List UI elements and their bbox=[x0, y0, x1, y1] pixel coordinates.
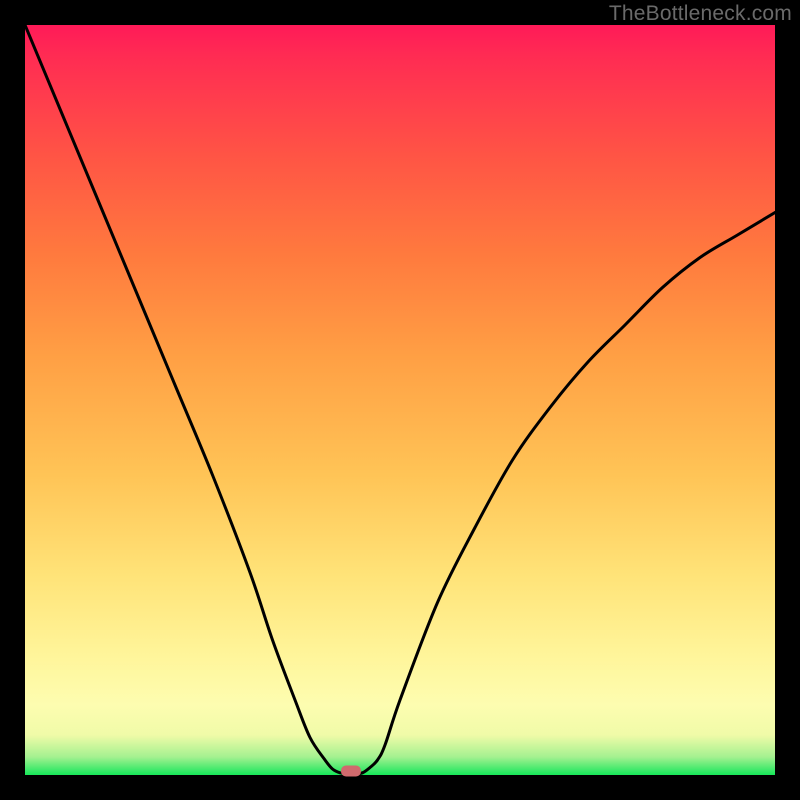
plot-area bbox=[25, 25, 775, 775]
bottleneck-curve bbox=[25, 25, 775, 775]
chart-frame: TheBottleneck.com bbox=[0, 0, 800, 800]
watermark-text: TheBottleneck.com bbox=[609, 2, 792, 26]
optimal-marker bbox=[341, 766, 361, 777]
